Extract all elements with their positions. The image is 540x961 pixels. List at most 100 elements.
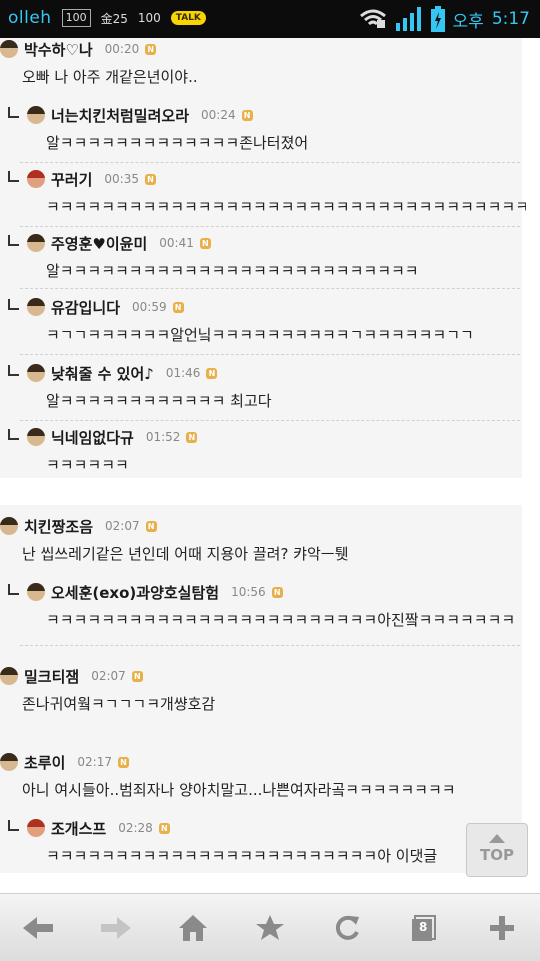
- reply-arrow-icon: [8, 234, 19, 246]
- new-badge-icon: N: [241, 109, 253, 121]
- comment-text: 오빠 나 아주 개같은년이야..: [22, 68, 198, 86]
- comment-text: 존나귀여웤ㅋㄱㄱㄱㅋ개썅호감: [22, 695, 216, 713]
- divider: [20, 420, 520, 421]
- comment-time: 00:41: [159, 236, 194, 250]
- comment-time: 01:52: [145, 430, 181, 444]
- scroll-to-top-button[interactable]: TOP: [466, 823, 528, 877]
- comment-nickname[interactable]: 주영훈♥이윤미: [51, 233, 147, 254]
- divider: [20, 288, 520, 289]
- avatar: [27, 819, 45, 837]
- ampm-label: 오후: [452, 11, 484, 32]
- comment-time: 00:20: [104, 42, 140, 56]
- star-icon: [256, 915, 284, 940]
- wifi-icon: [359, 9, 386, 28]
- comment-nickname[interactable]: 오세훈(exo)과양호실탐험: [51, 582, 219, 603]
- avatar: [27, 234, 45, 252]
- avatar: [27, 428, 45, 446]
- comment-text: 난 씹쓰레기같은 년인데 어때 지용아 끌려? 캬악ㅡ퉷: [22, 545, 349, 563]
- new-tab-button[interactable]: [482, 911, 522, 945]
- comment-nickname[interactable]: 조개스프: [51, 818, 106, 839]
- kakaotalk-icon: TALK: [170, 11, 206, 25]
- new-badge-icon: N: [131, 670, 143, 682]
- new-badge-icon: N: [118, 756, 129, 768]
- reply-arrow-icon: [8, 819, 19, 831]
- comment-text: ㅋㅋㅋㅋㅋㅋㅋㅋㅋㅋㅋㅋㅋㅋㅋㅋㅋㅋㅋㅋㅋㅋㅋㅋ아진짴ㅋㅋㅋㅋㅋㅋㅋ: [46, 611, 516, 629]
- avatar: [27, 298, 45, 316]
- comment-time: 00:59: [132, 300, 167, 314]
- carrier-label: olleh: [8, 8, 52, 28]
- comment-time: 02:17: [77, 755, 112, 769]
- divider: [20, 645, 520, 646]
- comment-text: ㅋㄱㄱㅋㅋㅋㅋㅋㅋ알언닠ㅋㅋㅋㅋㅋㅋㅋㅋㅋㅋㄱㅋㅋㅋㅋㅋㅋㄱㄱ: [46, 326, 474, 344]
- new-badge-icon: N: [206, 367, 218, 379]
- comment-time: 00:24: [201, 108, 236, 122]
- new-badge-icon: N: [145, 520, 157, 532]
- reply-arrow-icon: [8, 106, 19, 118]
- notification-badge: 100: [61, 9, 91, 27]
- avatar: [27, 170, 45, 188]
- comment-nickname[interactable]: 치킨짱조음: [24, 516, 93, 537]
- divider: [20, 162, 520, 163]
- new-badge-icon: N: [145, 173, 156, 185]
- status-bar: olleh 100 金25 100 TALK 오후 5:17: [0, 0, 540, 38]
- comment-nickname[interactable]: 밀크티잼: [24, 666, 79, 687]
- new-badge-icon: N: [271, 586, 283, 598]
- divider: [20, 354, 520, 355]
- reply-arrow-icon: [8, 428, 19, 440]
- avatar: [0, 40, 18, 58]
- comment-time: 02:07: [91, 669, 126, 683]
- new-badge-icon: N: [158, 822, 170, 834]
- reply-arrow-icon: [8, 170, 19, 182]
- comment-nickname[interactable]: 닉네임없다규: [51, 427, 134, 448]
- clock: 5:17: [491, 9, 530, 29]
- new-badge-icon: N: [199, 237, 211, 249]
- plus-icon: [490, 916, 514, 940]
- avatar: [0, 667, 18, 685]
- avatar: [27, 106, 45, 124]
- divider: [20, 226, 520, 227]
- notification-count: 100: [137, 11, 161, 25]
- avatar: [0, 753, 18, 771]
- avatar: [0, 517, 18, 535]
- comment-time: 00:35: [104, 172, 139, 186]
- comment-text: ㅋㅋㅋㅋㅋㅋㅋㅋㅋㅋㅋㅋㅋㅋㅋㅋㅋㅋㅋㅋㅋㅋㅋㅋㅋㅋㅋㅋㅋㅋㅋㅋㅋㅋㅋ: [46, 198, 526, 216]
- comment-nickname[interactable]: 꾸러기: [51, 169, 92, 190]
- comment-card: 치킨짱조음 02:07 N 난 씹쓰레기같은 년인데 어때 지용아 끌려? 캬악…: [0, 505, 522, 873]
- battery-icon: [430, 6, 445, 32]
- new-badge-icon: N: [186, 431, 198, 443]
- top-button-label: TOP: [480, 846, 514, 864]
- avatar: [27, 583, 45, 601]
- comment-text: ㅋㅋㅋㅋㅋㅋㅋㅋㅋㅋㅋㅋㅋㅋㅋㅋㅋㅋㅋㅋㅋㅋㅋㅋ아 이댓글: [46, 847, 438, 865]
- new-badge-icon: N: [172, 301, 184, 313]
- comment-nickname[interactable]: 유감입니다: [51, 297, 120, 318]
- comment-card: 박수하♡나 00:20 N 오빠 나 아주 개같은년이야.. 너는치킨처럼밀려오…: [0, 38, 526, 478]
- comment-text: 알ㅋㅋㅋㅋㅋㅋㅋㅋㅋㅋㅋㅋㅋㅋㅋㅋㅋㅋㅋㅋㅋㅋㅋㅋㅋㅋ: [46, 262, 419, 280]
- arrow-right-icon: [101, 917, 131, 939]
- tabs-button[interactable]: 8: [404, 911, 444, 945]
- reply-arrow-icon: [8, 364, 19, 376]
- comment-text: 아니 여시들아..범죄자나 양아치말고...나쁜여자라곸ㅋㅋㅋㅋㅋㅋㅋㅋ: [22, 781, 456, 799]
- avatar: [27, 364, 45, 382]
- arrow-up-icon: [489, 834, 505, 843]
- comment-text: 알ㅋㅋㅋㅋㅋㅋㅋㅋㅋㅋㅋㅋ 최고다: [46, 392, 272, 410]
- notification-text: 金25: [100, 11, 128, 26]
- reply-arrow-icon: [8, 298, 19, 310]
- comment-nickname[interactable]: 낮춰줄 수 있어♪: [51, 363, 154, 384]
- refresh-button[interactable]: [327, 911, 367, 945]
- tab-count: 8: [419, 920, 428, 934]
- bookmark-button[interactable]: [250, 911, 290, 945]
- comment-nickname[interactable]: 너는치킨처럼밀려오라: [51, 105, 189, 126]
- arrow-left-icon: [23, 917, 53, 939]
- home-button[interactable]: [173, 911, 213, 945]
- comment-nickname[interactable]: 박수하♡나: [24, 39, 93, 60]
- browser-toolbar: 8: [0, 893, 540, 961]
- back-button[interactable]: [18, 911, 58, 945]
- signal-icon: [395, 7, 421, 31]
- comment-time: 10:56: [231, 585, 266, 599]
- refresh-icon: [335, 915, 359, 940]
- comment-text: 알ㅋㅋㅋㅋㅋㅋㅋㅋㅋㅋㅋㅋㅋ존나터졌어: [46, 134, 309, 152]
- comment-nickname[interactable]: 초루이: [24, 752, 65, 773]
- comment-text: ㅋㅋㅋㅋㅋㅋ: [46, 456, 129, 474]
- comment-time: 01:46: [165, 366, 201, 380]
- forward-button[interactable]: [96, 911, 136, 945]
